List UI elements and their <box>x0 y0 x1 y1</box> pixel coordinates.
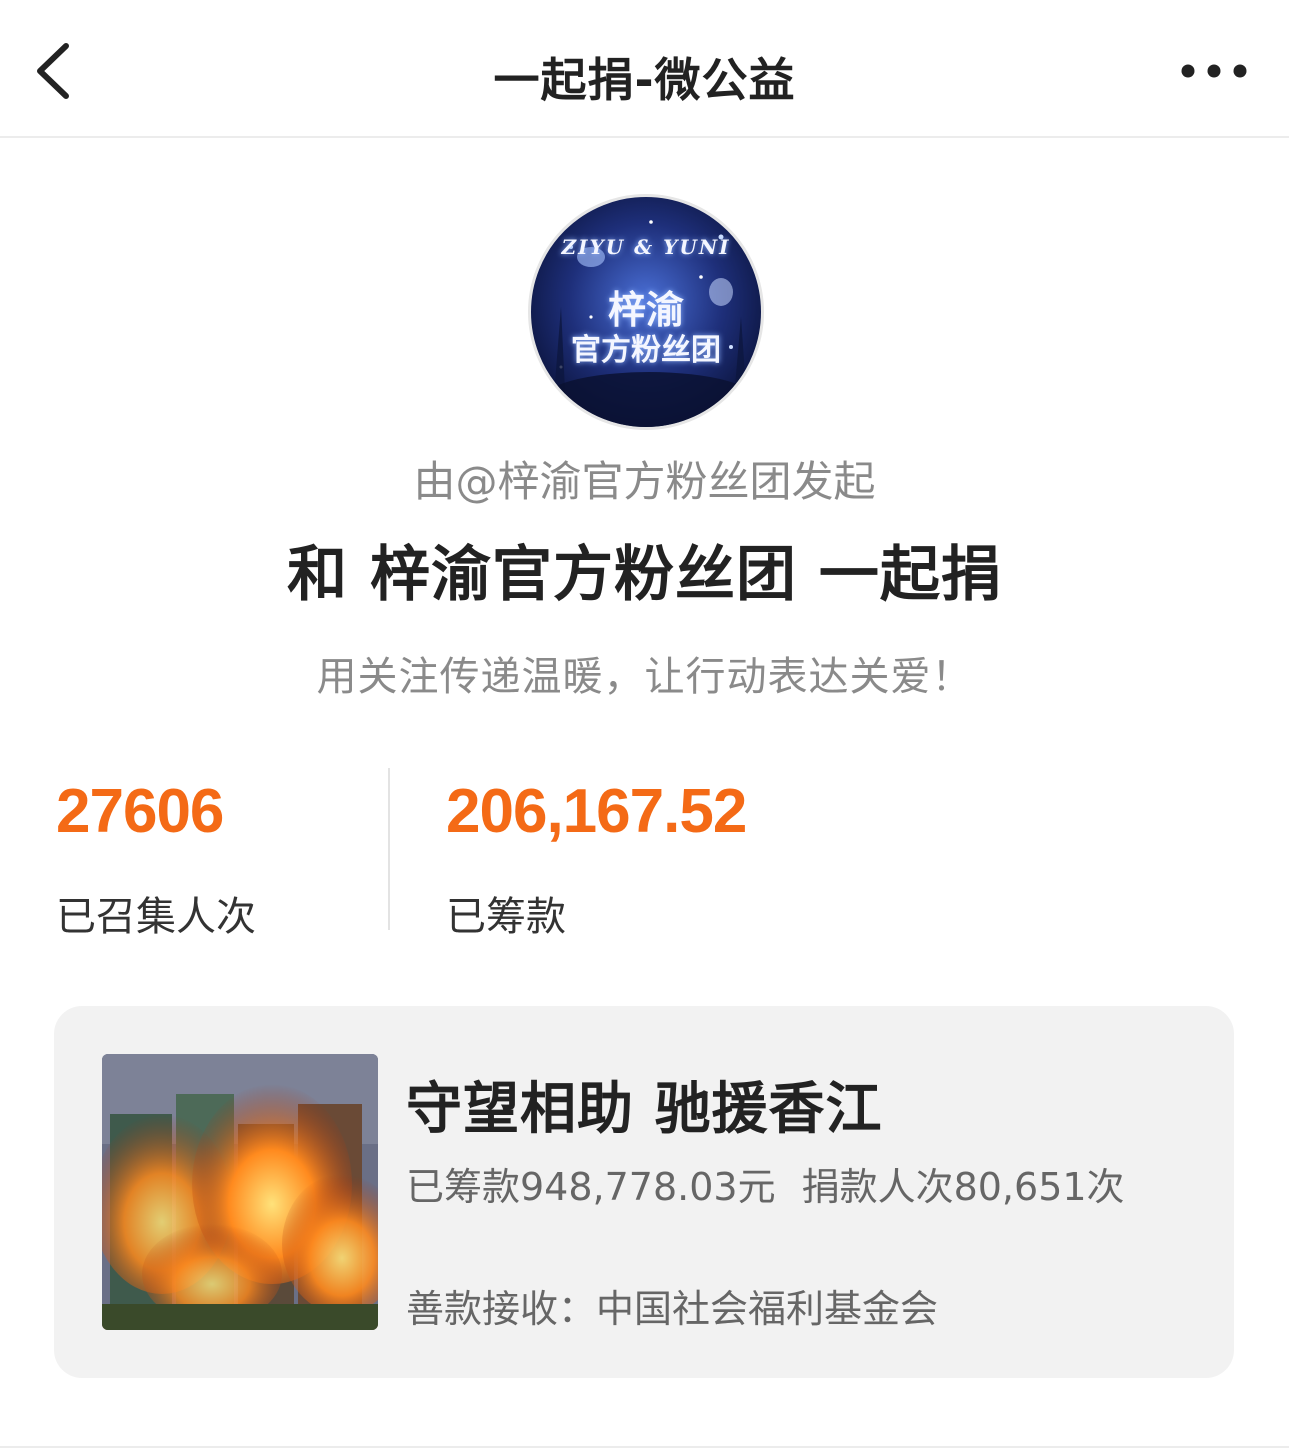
more-dots-icon <box>1181 64 1247 78</box>
navbar: 一起捐-微公益 <box>0 0 1289 138</box>
slogan: 用关注传递温暖，让行动表达关爱！ <box>316 654 973 700</box>
stats-divider <box>388 768 390 930</box>
project-raised: 已筹款948,778.03元 <box>406 1165 776 1209</box>
avatar-caption: ZIYU & YUNI <box>561 235 731 259</box>
page-title: 一起捐-微公益 <box>493 53 796 107</box>
project-card[interactable]: 守望相助 驰援香江 已筹款948,778.03元 捐款人次80,651次 善款接收… <box>54 1006 1234 1378</box>
participants-label: 已召集人次 <box>56 894 256 940</box>
raised-amount: 206,167.52 <box>446 777 747 846</box>
project-image <box>102 1054 378 1330</box>
divider <box>0 1446 1289 1448</box>
raised-label: 已筹款 <box>446 894 566 940</box>
project-stats: 已筹款948,778.03元 捐款人次80,651次 <box>406 1156 1125 1211</box>
avatar-subtitle: 官方粉丝团 <box>571 333 721 368</box>
headline: 和 梓渝官方粉丝团 一起捐 <box>287 540 1002 610</box>
avatar[interactable]: ZIYU & YUNI 梓渝 官方粉丝团 <box>528 194 764 430</box>
participants-count: 27606 <box>56 777 224 846</box>
burning-buildings-illustration <box>102 1054 378 1330</box>
project-recipient: 善款接收：中国社会福利基金会 <box>406 1287 939 1331</box>
project-title: 守望相助 驰援香江 <box>406 1077 883 1142</box>
initiator-text: 由@梓渝官方粉丝团发起 <box>413 457 876 506</box>
more-button[interactable] <box>1179 56 1249 86</box>
project-donors: 捐款人次80,651次 <box>801 1165 1125 1209</box>
